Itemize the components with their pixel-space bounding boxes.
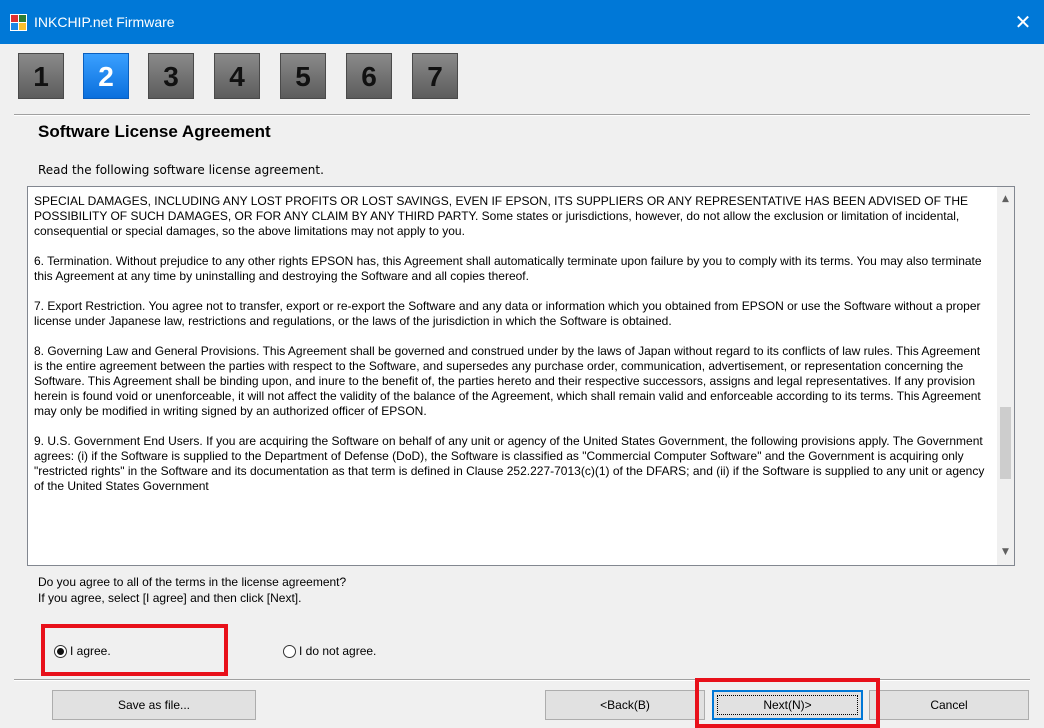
close-icon[interactable]: ✕: [1010, 10, 1036, 34]
scroll-down-icon[interactable]: ▼: [997, 544, 1014, 561]
scroll-thumb[interactable]: [1000, 407, 1011, 479]
license-paragraph: 9. U.S. Government End Users. If you are…: [34, 434, 985, 493]
question-line-1: Do you agree to all of the terms in the …: [38, 575, 347, 589]
scroll-up-icon[interactable]: ▲: [997, 191, 1014, 208]
agree-radio[interactable]: [54, 644, 67, 658]
focus-rectangle: [717, 695, 858, 715]
license-content: SPECIAL DAMAGES, INCLUDING ANY LOST PROF…: [34, 194, 988, 509]
title-bar: INKCHIP.net Firmware ✕: [0, 0, 1044, 44]
vertical-scrollbar[interactable]: ▲ ▼: [997, 187, 1014, 565]
save-as-file-button[interactable]: Save as file...: [52, 690, 256, 720]
step-2-active: 2: [83, 53, 129, 99]
divider-bottom: [14, 679, 1030, 681]
question-line-2: If you agree, select [I agree] and then …: [38, 591, 302, 605]
license-paragraph: 6. Termination. Without prejudice to any…: [34, 254, 982, 283]
cancel-button[interactable]: Cancel: [869, 690, 1029, 720]
app-icon: [10, 14, 27, 31]
step-6: 6: [346, 53, 392, 99]
step-4: 4: [214, 53, 260, 99]
disagree-option[interactable]: I do not agree.: [283, 640, 376, 662]
license-paragraph: SPECIAL DAMAGES, INCLUDING ANY LOST PROF…: [34, 194, 969, 238]
license-text-box[interactable]: SPECIAL DAMAGES, INCLUDING ANY LOST PROF…: [27, 186, 1015, 566]
step-5: 5: [280, 53, 326, 99]
disagree-radio[interactable]: [283, 644, 296, 658]
page-title: Software License Agreement: [38, 122, 271, 141]
agreement-question: Do you agree to all of the terms in the …: [38, 574, 346, 606]
intro-text: Read the following software license agre…: [38, 163, 324, 177]
disagree-label[interactable]: I do not agree.: [299, 644, 376, 658]
step-3: 3: [148, 53, 194, 99]
agree-option[interactable]: I agree.: [54, 640, 111, 662]
agree-label[interactable]: I agree.: [70, 644, 111, 658]
back-button[interactable]: <Back(B): [545, 690, 705, 720]
step-7: 7: [412, 53, 458, 99]
license-paragraph: 7. Export Restriction. You agree not to …: [34, 299, 981, 328]
step-1: 1: [18, 53, 64, 99]
next-button[interactable]: Next(N)>: [712, 690, 863, 720]
divider-top: [14, 114, 1030, 116]
license-paragraph: 8. Governing Law and General Provisions.…: [34, 344, 981, 418]
window-title: INKCHIP.net Firmware: [34, 14, 175, 30]
